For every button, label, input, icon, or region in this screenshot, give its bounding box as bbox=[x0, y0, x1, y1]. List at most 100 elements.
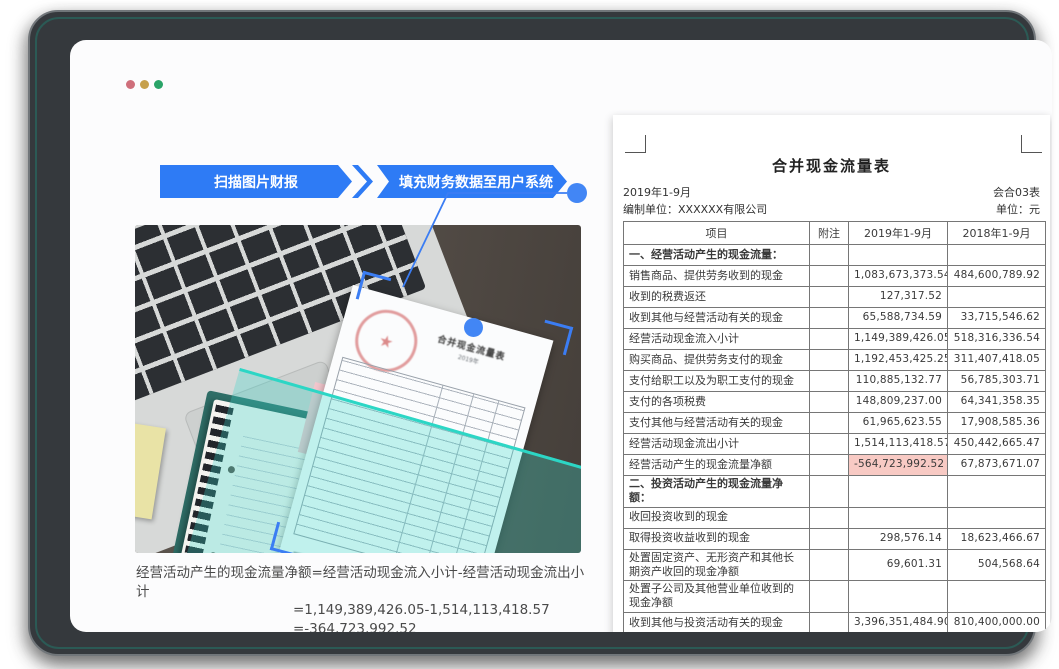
table-cell: 处置固定资产、无形资产和其他长期资产收回的现金净额 bbox=[624, 549, 810, 581]
scan-anchor-dot bbox=[464, 318, 483, 337]
table-cell: 收到其他与经营活动有关的现金 bbox=[624, 308, 810, 329]
table-cell: 经营活动现金流入小计 bbox=[624, 329, 810, 350]
table-cell: 经营活动产生的现金流量净额 bbox=[624, 455, 810, 476]
table-cell: 支付给职工以及为职工支付的现金 bbox=[624, 371, 810, 392]
table-cell bbox=[810, 266, 849, 287]
table-cell: 56,785,303.71 bbox=[948, 371, 1046, 392]
formula-line2: =1,149,389,426.05-1,514,113,418.57 bbox=[293, 601, 588, 620]
table-cell bbox=[810, 308, 849, 329]
flow-step-fill: 填充财务数据至用户系统 bbox=[377, 165, 567, 198]
table-cell bbox=[810, 455, 849, 476]
table-row: 收到其他与经营活动有关的现金 65,588,734.5933,715,546.62 bbox=[624, 308, 1046, 329]
table-cell: 购买商品、提供劳务支付的现金 bbox=[624, 350, 810, 371]
table-cell bbox=[810, 413, 849, 434]
report-form-no: 会合03表 bbox=[993, 184, 1040, 200]
formula-line3: =-364,723,992.52 bbox=[293, 620, 588, 633]
table-cell: 65,588,734.59 bbox=[849, 308, 948, 329]
table-cell bbox=[810, 528, 849, 549]
table-cell: 298,576.14 bbox=[849, 528, 948, 549]
table-cell bbox=[948, 581, 1046, 613]
table-cell: 1,192,453,425.25 bbox=[849, 350, 948, 371]
table-row: 收到的税费返还 127,317.52 bbox=[624, 287, 1046, 308]
table-cell bbox=[810, 245, 849, 266]
table-cell bbox=[810, 549, 849, 581]
table-cell bbox=[849, 476, 948, 508]
col-header-2018: 2018年1-9月 bbox=[948, 222, 1046, 245]
table-cell bbox=[810, 507, 849, 528]
flow-step-fill-label: 填充财务数据至用户系统 bbox=[399, 172, 553, 192]
table-cell bbox=[810, 329, 849, 350]
window-content: 扫描图片财报 填充财务数据至用户系统 ★ 合并现金流量表 bbox=[70, 40, 1052, 632]
table-cell: -564,723,992.52 bbox=[849, 455, 948, 476]
zoom-button-icon[interactable] bbox=[154, 80, 163, 89]
col-header-item: 项目 bbox=[624, 222, 810, 245]
table-cell: 311,407,418.05 bbox=[948, 350, 1046, 371]
table-cell: 1,083,673,373.54 bbox=[849, 266, 948, 287]
table-cell bbox=[810, 434, 849, 455]
table-row: 经营活动现金流入小计 1,149,389,426.05518,316,336.54 bbox=[624, 329, 1046, 350]
table-row: 取得投资收益收到的现金 298,576.1418,623,466.67 bbox=[624, 528, 1046, 549]
table-cell: 484,600,789.92 bbox=[948, 266, 1046, 287]
table-cell bbox=[810, 581, 849, 613]
table-row: 收到其他与投资活动有关的现金 3,396,351,484.90810,400,00… bbox=[624, 612, 1046, 632]
formula-line1: 经营活动产生的现金流量净额=经营活动现金流入小计-经营活动现金流出小计 bbox=[136, 564, 588, 601]
table-cell bbox=[810, 287, 849, 308]
table-cell bbox=[810, 350, 849, 371]
table-cell: 810,400,000.00 bbox=[948, 612, 1046, 632]
flow-step-scan: 扫描图片财报 bbox=[160, 165, 373, 198]
table-row: 销售商品、提供劳务收到的现金1,083,673,373.54484,600,78… bbox=[624, 266, 1046, 287]
cropmark-left-icon bbox=[625, 135, 646, 153]
table-cell: 1,149,389,426.05 bbox=[849, 329, 948, 350]
table-cell: 3,396,351,484.90 bbox=[849, 612, 948, 632]
table-header-row: 项目 附注 2019年1-9月 2018年1-9月 bbox=[624, 222, 1046, 245]
cropmark-right-icon bbox=[1021, 135, 1042, 153]
flow-step-scan-body: 扫描图片财报 bbox=[160, 165, 352, 198]
table-cell: 支付的各项税费 bbox=[624, 392, 810, 413]
table-cell: 33,715,546.62 bbox=[948, 308, 1046, 329]
table-cell bbox=[948, 245, 1046, 266]
table-cell: 504,568.64 bbox=[948, 549, 1046, 581]
cash-flow-table: 项目 附注 2019年1-9月 2018年1-9月 一、经营活动产生的现金流量：… bbox=[623, 221, 1046, 632]
report-title: 合并现金流量表 bbox=[613, 155, 1050, 176]
table-cell: 148,809,237.00 bbox=[849, 392, 948, 413]
chevron-right-icon bbox=[352, 165, 373, 198]
table-cell bbox=[810, 371, 849, 392]
table-cell: 取得投资收益收到的现金 bbox=[624, 528, 810, 549]
table-cell bbox=[948, 507, 1046, 528]
flow-step-scan-label: 扫描图片财报 bbox=[214, 172, 298, 192]
window-controls bbox=[126, 80, 163, 89]
table-cell bbox=[810, 392, 849, 413]
table-cell: 一、经营活动产生的现金流量： bbox=[624, 245, 810, 266]
table-cell bbox=[810, 612, 849, 632]
table-cell: 支付其他与经营活动有关的现金 bbox=[624, 413, 810, 434]
table-row: 一、经营活动产生的现金流量： bbox=[624, 245, 1046, 266]
scan-photo: ★ 合并现金流量表 2019年 bbox=[135, 225, 581, 553]
table-row: 支付其他与经营活动有关的现金61,965,623.5517,908,585.36 bbox=[624, 413, 1046, 434]
table-cell: 69,601.31 bbox=[849, 549, 948, 581]
table-cell: 收回投资收到的现金 bbox=[624, 507, 810, 528]
minimize-button-icon[interactable] bbox=[140, 80, 149, 89]
table-cell: 二、投资活动产生的现金流量净额： bbox=[624, 476, 810, 508]
table-cell: 110,885,132.77 bbox=[849, 371, 948, 392]
report-currency: 单位：元 bbox=[996, 201, 1040, 217]
col-header-note: 附注 bbox=[810, 222, 849, 245]
table-row: 二、投资活动产生的现金流量净额： bbox=[624, 476, 1046, 508]
table-cell bbox=[948, 287, 1046, 308]
table-cell: 经营活动现金流出小计 bbox=[624, 434, 810, 455]
table-cell bbox=[810, 476, 849, 508]
report-table-body: 一、经营活动产生的现金流量：销售商品、提供劳务收到的现金1,083,673,37… bbox=[624, 245, 1046, 633]
device-frame: 扫描图片财报 填充财务数据至用户系统 ★ 合并现金流量表 bbox=[28, 10, 1036, 656]
table-cell: 收到的税费返还 bbox=[624, 287, 810, 308]
table-cell: 1,514,113,418.57 bbox=[849, 434, 948, 455]
col-header-2019: 2019年1-9月 bbox=[849, 222, 948, 245]
table-row: 支付的各项税费148,809,237.0064,341,358.35 bbox=[624, 392, 1046, 413]
table-cell: 518,316,336.54 bbox=[948, 329, 1046, 350]
table-cell: 收到其他与投资活动有关的现金 bbox=[624, 612, 810, 632]
table-row: 经营活动现金流出小计1,514,113,418.57450,442,665.47 bbox=[624, 434, 1046, 455]
table-cell bbox=[849, 581, 948, 613]
formula-caption: 经营活动产生的现金流量净额=经营活动现金流入小计-经营活动现金流出小计 =1,1… bbox=[136, 564, 588, 632]
report-period: 2019年1-9月 bbox=[623, 184, 691, 200]
table-cell: 18,623,466.67 bbox=[948, 528, 1046, 549]
table-cell: 127,317.52 bbox=[849, 287, 948, 308]
close-button-icon[interactable] bbox=[126, 80, 135, 89]
